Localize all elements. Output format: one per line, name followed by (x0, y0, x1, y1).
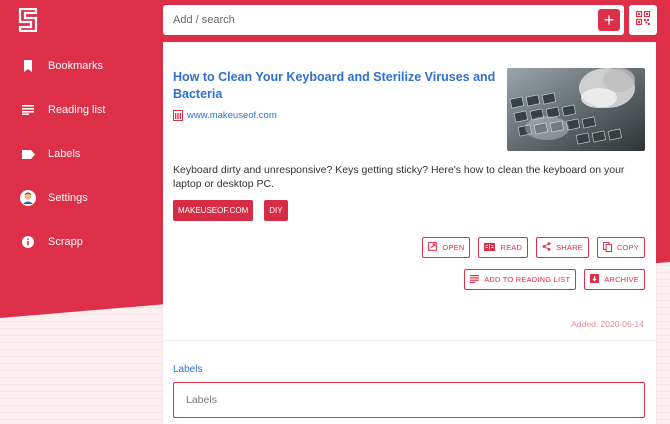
added-date: Added: 2020-06-14 (571, 319, 644, 329)
tag-chip[interactable]: MAKEUSEOF.COM (173, 200, 254, 221)
qr-code-button[interactable] (629, 5, 657, 35)
sidebar-item-labels[interactable]: Labels (0, 132, 160, 176)
sidebar-item-label: Scrapp (48, 236, 83, 248)
read-button[interactable]: READ (478, 237, 529, 258)
label-icon (20, 146, 36, 162)
app-logo[interactable] (18, 7, 38, 33)
sidebar-item-label: Labels (48, 148, 81, 160)
avatar-icon (20, 190, 36, 206)
read-button-label: READ (500, 243, 523, 252)
actions-row-1: OPEN READ SHARE COPY (422, 237, 645, 258)
sidebar-item-scrapp[interactable]: Scrapp (0, 220, 160, 264)
site-favicon-icon (173, 110, 183, 121)
copy-button-label: COPY (616, 243, 639, 252)
add-to-reading-list-button[interactable]: ADD TO READING LIST (464, 269, 577, 290)
copy-button[interactable]: COPY (596, 237, 645, 258)
bookmark-card: How to Clean Your Keyboard and Sterilize… (163, 42, 656, 424)
search-input[interactable] (163, 5, 583, 35)
open-button-label: OPEN (442, 243, 465, 252)
sidebar-item-reading-list[interactable]: Reading list (0, 88, 160, 132)
bookmark-title[interactable]: How to Clean Your Keyboard and Sterilize… (173, 69, 503, 103)
sidebar-item-bookmarks[interactable]: Bookmarks (0, 44, 160, 88)
actions-row-2: ADD TO READING LIST ARCHIVE (464, 269, 645, 290)
bookmark-domain-row[interactable]: www.makeuseof.com (173, 110, 277, 121)
tag-chip[interactable]: DIY (264, 200, 288, 221)
list-icon (20, 102, 36, 118)
bookmark-thumbnail[interactable] (507, 68, 645, 151)
add-button[interactable]: + (598, 9, 620, 31)
open-button[interactable]: OPEN (422, 237, 471, 258)
tag-list: MAKEUSEOF.COM DIY (173, 200, 288, 221)
archive-button[interactable]: ARCHIVE (584, 269, 645, 290)
qr-code-icon (635, 10, 651, 30)
copy-icon (602, 241, 612, 254)
share-icon (542, 242, 551, 253)
share-button[interactable]: SHARE (536, 237, 589, 258)
divider (163, 340, 656, 341)
sidebar-item-settings[interactable]: Settings (0, 176, 160, 220)
search-bar: + (163, 5, 624, 35)
archive-button-label: ARCHIVE (604, 275, 639, 284)
sidebar-item-label: Bookmarks (48, 60, 104, 72)
sidebar-nav: Bookmarks Reading list Labels Settings S… (0, 44, 160, 264)
sidebar-item-label: Reading list (48, 104, 106, 116)
list-icon (470, 274, 480, 285)
read-icon (484, 242, 496, 253)
labels-section-title: Labels (173, 364, 203, 375)
sidebar-item-label: Settings (48, 192, 88, 204)
info-icon (20, 234, 36, 250)
add-to-reading-list-label: ADD TO READING LIST (484, 275, 571, 284)
share-button-label: SHARE (556, 243, 583, 252)
bookmark-domain: www.makeuseof.com (187, 110, 277, 121)
labels-input[interactable] (173, 382, 645, 418)
open-external-icon (428, 242, 438, 253)
archive-icon (590, 274, 600, 285)
bookmark-description: Keyboard dirty and unresponsive? Keys ge… (173, 164, 625, 190)
bookmark-icon (20, 58, 36, 74)
